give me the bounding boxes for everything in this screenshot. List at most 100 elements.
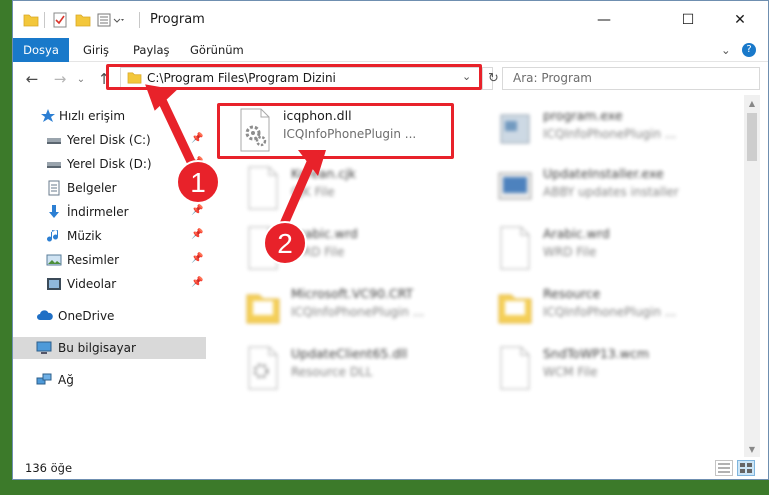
tab-share[interactable]: Paylaş	[133, 38, 170, 62]
file-name: UpdateInstaller.exe	[543, 166, 664, 181]
file-description: WCM File	[543, 365, 598, 379]
sidebar-item-downloads[interactable]: İndirmeler 📌	[13, 201, 206, 223]
vertical-scrollbar[interactable]: ▲ ▼	[744, 95, 760, 457]
folder-icon	[495, 285, 535, 331]
download-icon	[46, 204, 62, 220]
customize-toolbar-icon[interactable]	[97, 11, 125, 29]
recent-locations-button[interactable]: ⌄	[71, 69, 91, 89]
documents-icon	[46, 180, 62, 196]
file-icon	[243, 165, 283, 211]
sidebar-item-quick-access[interactable]: Hızlı erişim	[13, 105, 206, 127]
file-name: Microsoft.VC90.CRT	[291, 286, 414, 301]
sidebar-item-label: Yerel Disk (C:)	[67, 133, 151, 147]
file-item-arabic-wrd[interactable]: Arabic.wrd WRD File	[243, 221, 483, 277]
scroll-thumb[interactable]	[747, 113, 757, 161]
file-icon	[243, 225, 283, 271]
maximize-icon: ☐	[681, 12, 695, 28]
drive-icon	[46, 156, 62, 172]
tab-file[interactable]: Dosya	[13, 38, 69, 62]
minimize-button[interactable]: —	[581, 5, 627, 35]
computer-icon	[36, 340, 52, 356]
ribbon-expand-icon[interactable]: ⌄	[721, 38, 731, 62]
sidebar-item-network[interactable]: Ağ	[13, 369, 206, 391]
file-name: Arabic.wrd	[291, 226, 358, 241]
file-description: CJK File	[291, 185, 335, 199]
network-icon	[36, 372, 52, 388]
close-button[interactable]: ✕	[717, 5, 763, 35]
tab-home[interactable]: Giriş	[83, 38, 109, 62]
status-bar: 136 öğe	[13, 457, 768, 479]
large-icons-view-icon[interactable]	[737, 460, 755, 476]
pin-icon[interactable]: 📌	[191, 253, 203, 264]
scroll-down-icon[interactable]: ▼	[744, 441, 760, 457]
sidebar-item-label: Videolar	[67, 277, 117, 291]
minimize-icon: —	[597, 12, 611, 28]
file-item-updateinstaller-exe[interactable]: UpdateInstaller.exe ABBY updates install…	[495, 161, 735, 217]
scroll-up-icon[interactable]: ▲	[744, 95, 760, 111]
tab-view[interactable]: Görünüm	[190, 38, 244, 62]
sidebar-item-music[interactable]: Müzik 📌	[13, 225, 206, 247]
drive-icon	[46, 132, 62, 148]
refresh-button[interactable]: ↻	[482, 68, 504, 89]
details-view-icon[interactable]	[715, 460, 733, 476]
refresh-icon: ↻	[488, 71, 499, 86]
file-icon	[495, 225, 535, 271]
file-name: Resource	[543, 286, 601, 301]
file-description: ICQInfoPhonePlugin ...	[543, 305, 677, 319]
sidebar-item-label: Ağ	[58, 373, 74, 387]
sidebar-item-onedrive[interactable]: OneDrive	[13, 305, 206, 327]
file-description: WRD File	[291, 245, 345, 259]
back-button[interactable]: ←	[22, 69, 42, 89]
file-name: Arabic.wrd	[543, 226, 610, 241]
window-title: Program	[150, 12, 205, 27]
arrow-right-icon: →	[53, 70, 67, 88]
help-button[interactable]: ?	[742, 38, 756, 62]
star-icon	[40, 108, 56, 124]
file-item-arabic-wrd-2[interactable]: Arabic.wrd WRD File	[495, 221, 735, 277]
sidebar-item-label: Hızlı erişim	[59, 109, 126, 123]
file-item-korean-cjk[interactable]: Korean.cjk CJK File	[243, 161, 483, 217]
cloud-icon	[36, 308, 53, 324]
folder-icon	[243, 285, 283, 331]
file-icon	[495, 345, 535, 391]
sidebar-item-this-pc[interactable]: Bu bilgisayar	[13, 337, 206, 359]
file-item-program-exe[interactable]: program.exe ICQInfoPhonePlugin ...	[495, 103, 735, 159]
search-input[interactable]: Ara: Program	[502, 67, 760, 90]
file-highlight-box	[217, 103, 454, 159]
new-folder-icon[interactable]	[75, 11, 91, 29]
pin-icon[interactable]: 📌	[191, 133, 203, 144]
folder-icon[interactable]	[23, 11, 39, 29]
sidebar-item-label: Belgeler	[67, 181, 117, 195]
file-name: SndToWP13.wcm	[543, 346, 649, 361]
sidebar-item-videos[interactable]: Videolar 📌	[13, 273, 206, 295]
file-name: program.exe	[543, 108, 623, 123]
file-item-resource[interactable]: Resource ICQInfoPhonePlugin ...	[495, 281, 735, 337]
sidebar-item-drive-d[interactable]: Yerel Disk (D:) 📌	[13, 153, 206, 175]
help-icon: ?	[742, 43, 756, 57]
file-description: Resource DLL	[291, 365, 373, 379]
pin-icon[interactable]: 📌	[191, 229, 203, 240]
pin-icon[interactable]: 📌	[191, 181, 203, 192]
forward-button[interactable]: →	[50, 69, 70, 89]
properties-icon[interactable]	[53, 11, 67, 29]
maximize-button[interactable]: ☐	[665, 5, 711, 35]
file-item-updateclient65-dll[interactable]: UpdateClient65.dll Resource DLL	[243, 341, 483, 397]
pin-icon[interactable]: 📌	[191, 205, 203, 216]
file-item-microsoft-vc90-crt[interactable]: Microsoft.VC90.CRT ICQInfoPhonePlugin ..…	[243, 281, 483, 337]
sidebar-item-label: İndirmeler	[67, 205, 129, 219]
chevron-down-icon: ⌄	[76, 73, 86, 85]
address-highlight-box	[106, 64, 482, 90]
sidebar-item-pictures[interactable]: Resimler 📌	[13, 249, 206, 271]
file-name: Korean.cjk	[291, 166, 356, 181]
search-placeholder: Ara: Program	[513, 71, 592, 85]
title-bar: Program — ☐ ✕	[13, 1, 768, 38]
file-item-sndtowp13-wcm[interactable]: SndToWP13.wcm WCM File	[495, 341, 735, 397]
sidebar-item-drive-c[interactable]: Yerel Disk (C:) 📌	[13, 129, 206, 151]
pin-icon[interactable]: 📌	[191, 157, 203, 168]
navigation-pane: Hızlı erişim Yerel Disk (C:) 📌 Yerel Dis…	[13, 95, 206, 457]
item-count: 136 öğe	[25, 461, 73, 475]
pin-icon[interactable]: 📌	[191, 277, 203, 288]
file-description: ICQInfoPhonePlugin ...	[291, 305, 425, 319]
sidebar-item-documents[interactable]: Belgeler 📌	[13, 177, 206, 199]
file-description: WRD File	[543, 245, 597, 259]
